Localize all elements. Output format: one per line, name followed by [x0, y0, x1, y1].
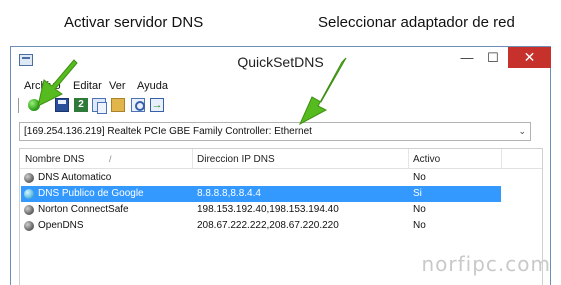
- exit-icon[interactable]: →: [150, 98, 164, 112]
- dns-status-icon: [24, 173, 34, 183]
- toolbar: 2 →: [11, 96, 550, 116]
- refresh-icon[interactable]: 2: [74, 98, 88, 112]
- row-name: OpenDNS: [38, 220, 84, 231]
- row-name: DNS Automatico: [38, 172, 112, 183]
- maximize-button[interactable]: ☐: [480, 47, 506, 68]
- network-adapter-select[interactable]: [169.254.136.219] Realtek PCIe GBE Famil…: [19, 122, 531, 141]
- row-active: No: [413, 220, 426, 231]
- search-icon[interactable]: [131, 98, 145, 112]
- open-folder-icon[interactable]: [111, 98, 125, 112]
- title-bar: QuickSetDNS — ☐ ✕: [11, 47, 551, 77]
- table-row[interactable]: DNS Publico de Google 8.8.8.8,8.8.4.4 Si: [21, 186, 501, 202]
- dns-status-icon: [24, 221, 34, 231]
- copy-icon[interactable]: [92, 98, 107, 114]
- table-row[interactable]: OpenDNS 208.67.222.222,208.67.220.220 No: [21, 218, 501, 234]
- row-ip: 198.153.192.40,198.153.194.40: [197, 204, 339, 215]
- row-name: Norton ConnectSafe: [38, 204, 129, 215]
- menu-archivo[interactable]: Archivo: [24, 80, 61, 92]
- menu-ver[interactable]: Ver: [109, 80, 126, 92]
- menu-ayuda[interactable]: Ayuda: [137, 80, 168, 92]
- list-header: Nombre DNS / Direccion IP DNS Activo: [20, 149, 542, 169]
- row-name: DNS Publico de Google: [38, 188, 144, 199]
- annotation-select-adapter: Seleccionar adaptador de red: [318, 14, 515, 31]
- watermark: norfipc.com: [421, 252, 551, 276]
- quicksetdns-window: QuickSetDNS — ☐ ✕ Archivo Editar Ver Ayu…: [10, 46, 551, 285]
- dns-status-icon: [24, 189, 34, 199]
- save-icon[interactable]: [55, 98, 69, 112]
- chevron-down-icon[interactable]: ⌄: [518, 126, 526, 137]
- sort-arrow-icon: /: [109, 154, 112, 164]
- column-header-ip[interactable]: Direccion IP DNS: [197, 154, 275, 165]
- close-button[interactable]: ✕: [508, 47, 551, 68]
- minimize-button[interactable]: —: [454, 47, 480, 68]
- row-ip: 208.67.222.222,208.67.220.220: [197, 220, 339, 231]
- table-row[interactable]: Norton ConnectSafe 198.153.192.40,198.15…: [21, 202, 501, 218]
- column-header-active[interactable]: Activo: [413, 154, 440, 165]
- row-active: Si: [413, 188, 422, 199]
- column-divider[interactable]: [501, 149, 502, 169]
- column-divider[interactable]: [192, 149, 193, 169]
- network-adapter-value: [169.254.136.219] Realtek PCIe GBE Famil…: [24, 126, 312, 137]
- toolbar-separator: [18, 98, 19, 113]
- row-active: No: [413, 172, 426, 183]
- dns-status-icon: [24, 205, 34, 215]
- row-active: No: [413, 204, 426, 215]
- menu-bar: Archivo Editar Ver Ayuda: [11, 78, 550, 95]
- menu-editar[interactable]: Editar: [73, 80, 102, 92]
- column-divider[interactable]: [408, 149, 409, 169]
- column-header-name[interactable]: Nombre DNS: [25, 154, 84, 165]
- activate-dns-icon[interactable]: [28, 99, 40, 111]
- row-ip: 8.8.8.8,8.8.4.4: [197, 188, 261, 199]
- annotation-activate-dns: Activar servidor DNS: [64, 14, 204, 31]
- table-row[interactable]: DNS Automatico No: [21, 170, 501, 186]
